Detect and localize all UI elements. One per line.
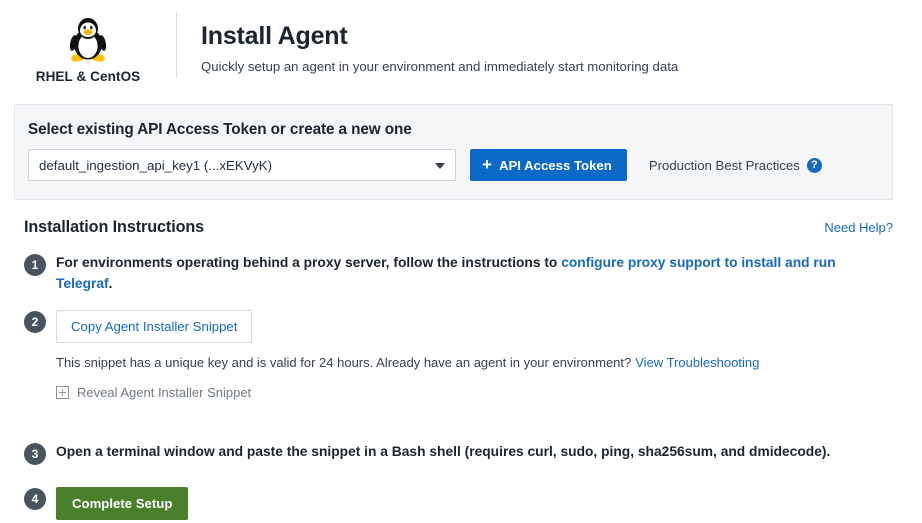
step-1-text-before: For environments operating behind a prox… (56, 255, 561, 270)
platform-block: RHEL & CentOS (0, 10, 176, 84)
snippet-note: This snippet has a unique key and is val… (56, 354, 893, 372)
snippet-note-text: This snippet has a unique key and is val… (56, 355, 631, 370)
step-1: 1 For environments operating behind a pr… (24, 253, 893, 294)
step-3-body: Open a terminal window and paste the sni… (56, 442, 893, 463)
step-4-badge: 4 (24, 488, 46, 510)
step-3: 3 Open a terminal window and paste the s… (24, 442, 893, 465)
step-1-text: For environments operating behind a prox… (56, 253, 893, 294)
plus-icon: + (482, 156, 492, 173)
page-subtitle: Quickly setup an agent in your environme… (201, 58, 678, 75)
question-mark-circle-icon[interactable]: ? (807, 158, 822, 173)
step-3-text: Open a terminal window and paste the sni… (56, 442, 893, 463)
reveal-agent-installer-snippet-toggle[interactable]: Reveal Agent Installer Snippet (56, 385, 251, 400)
tux-linux-penguin-icon (66, 16, 110, 62)
title-block: Install Agent Quickly setup an agent in … (177, 10, 678, 75)
api-token-panel: Select existing API Access Token or crea… (14, 104, 893, 200)
complete-setup-button[interactable]: Complete Setup (56, 487, 188, 520)
reveal-agent-installer-snippet-label: Reveal Agent Installer Snippet (77, 385, 251, 400)
step-2-body: Copy Agent Installer Snippet This snippe… (56, 310, 893, 403)
step-4: 4 Complete Setup (24, 487, 893, 520)
platform-label: RHEL & CentOS (36, 69, 141, 84)
api-token-select[interactable]: default_ingestion_api_key1 (...xEKVyK) (28, 149, 456, 181)
step-2-badge: 2 (24, 311, 46, 333)
step-1-badge: 1 (24, 254, 46, 276)
production-best-practices: Production Best Practices ? (649, 158, 822, 173)
copy-agent-installer-snippet-button[interactable]: Copy Agent Installer Snippet (56, 310, 252, 343)
step-1-text-after: . (109, 276, 113, 291)
api-token-panel-title: Select existing API Access Token or crea… (28, 121, 892, 139)
step-3-badge: 3 (24, 443, 46, 465)
page-header: RHEL & CentOS Install Agent Quickly setu… (0, 0, 922, 90)
instructions-title: Installation Instructions (24, 218, 204, 237)
view-troubleshooting-link[interactable]: View Troubleshooting (635, 355, 759, 370)
chevron-down-icon (435, 163, 445, 169)
api-token-select-value: default_ingestion_api_key1 (...xEKVyK) (39, 158, 272, 173)
create-api-access-token-button[interactable]: + API Access Token (470, 149, 627, 181)
page-title: Install Agent (201, 22, 678, 51)
api-token-row: default_ingestion_api_key1 (...xEKVyK) +… (28, 149, 892, 181)
need-help-link[interactable]: Need Help? (824, 220, 893, 235)
production-best-practices-label: Production Best Practices (649, 158, 800, 173)
create-api-access-token-label: API Access Token (499, 158, 612, 173)
expand-plus-box-icon (56, 386, 69, 399)
step-2: 2 Copy Agent Installer Snippet This snip… (24, 310, 893, 403)
step-4-body: Complete Setup (56, 487, 893, 520)
installation-instructions: Installation Instructions Need Help? 1 F… (24, 218, 893, 520)
step-1-body: For environments operating behind a prox… (56, 253, 893, 294)
instructions-header: Installation Instructions Need Help? (24, 218, 893, 237)
